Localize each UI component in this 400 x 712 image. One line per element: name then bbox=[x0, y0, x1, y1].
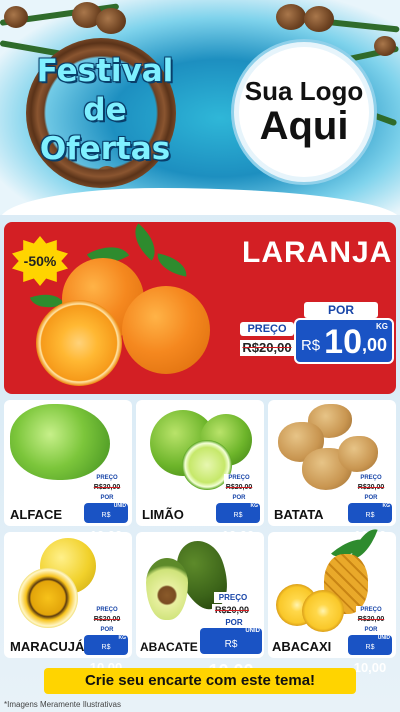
currency-symbol: R$ bbox=[224, 639, 238, 650]
unit-label: KG bbox=[118, 635, 127, 641]
currency-symbol: R$ bbox=[101, 644, 111, 651]
old-price: R$20,00 bbox=[212, 604, 252, 616]
product-name: LIMÃO bbox=[142, 507, 184, 522]
lettuce-image bbox=[10, 404, 110, 480]
product-card: PREÇO R$20,00 POR R$ 10,00 KG BATATA bbox=[268, 400, 396, 543]
old-price: R$20,00 bbox=[356, 483, 386, 493]
avocado-half-image bbox=[146, 558, 188, 620]
pineapple-slice-image bbox=[302, 590, 344, 632]
price-decimal: ,00 bbox=[361, 335, 388, 355]
featured-product-name: LARANJA bbox=[242, 236, 393, 269]
por-label: POR bbox=[224, 494, 254, 503]
pinecone-decoration bbox=[4, 6, 28, 28]
preco-label: PREÇO bbox=[356, 474, 386, 483]
header-banner: Festival de Ofertas Sua Logo Aqui bbox=[0, 0, 400, 215]
unit-label: UNID bbox=[245, 628, 260, 634]
price-integer: 10 bbox=[324, 323, 362, 361]
product-name: MARACUJÁ bbox=[10, 639, 85, 654]
logo-text-line-2: Aqui bbox=[259, 104, 349, 148]
preco-label: PREÇO bbox=[224, 474, 254, 483]
pinecone-decoration bbox=[374, 36, 396, 56]
featured-price-box: R$ 10 ,00 KG bbox=[294, 318, 394, 364]
unit-label: KG bbox=[250, 503, 259, 509]
currency-symbol: R$ bbox=[101, 512, 111, 519]
old-price: R$20,00 bbox=[356, 615, 386, 625]
price-box: R$ 10,00 KG bbox=[216, 503, 260, 543]
discount-badge: -50% bbox=[12, 236, 68, 286]
cta-button[interactable]: Crie seu encarte com este tema! bbox=[44, 668, 356, 694]
passion-fruit-half-image bbox=[18, 568, 78, 628]
product-card: PREÇO R$20,00 POR R$ 10,00 UNID ABACAXI bbox=[268, 524, 396, 675]
festival-line-1: Festival bbox=[36, 53, 174, 89]
featured-offer: -50% LARANJA PREÇO R$20,00 POR R$ 10 ,00… bbox=[4, 222, 396, 394]
currency-symbol: R$ bbox=[365, 512, 375, 519]
old-price: R$20,00 bbox=[224, 483, 254, 493]
orange-half-image bbox=[36, 300, 122, 386]
product-name: BATATA bbox=[274, 507, 324, 522]
logo-text-line-1: Sua Logo bbox=[244, 76, 364, 106]
product-name: ABACAXI bbox=[272, 639, 332, 654]
por-label: POR bbox=[356, 494, 386, 503]
por-label: POR bbox=[304, 302, 378, 318]
product-card: PREÇO R$20,00 POR R$ 10,00 KG MARACUJÁ bbox=[4, 532, 132, 675]
price-box: R$ 10,00 KG bbox=[84, 635, 128, 675]
pinecone-decoration bbox=[96, 8, 126, 34]
old-price: R$20,00 bbox=[92, 483, 122, 493]
unit-label: KG bbox=[376, 322, 388, 331]
price-box: R$ 10,00 UNID bbox=[200, 628, 262, 681]
currency-symbol: R$ bbox=[233, 512, 243, 519]
orange-whole-image bbox=[122, 286, 210, 374]
currency-symbol: R$ bbox=[365, 644, 375, 651]
price-box: R$ 10,00 UNID bbox=[84, 503, 128, 543]
pinecone-decoration bbox=[304, 6, 334, 32]
product-name: ABACATE bbox=[140, 640, 198, 654]
snow-border bbox=[0, 188, 400, 215]
product-card: PREÇO R$20,00 POR R$ 10,00 UNID ALFACE bbox=[4, 400, 132, 543]
festival-line-3: Ofertas bbox=[39, 131, 171, 167]
product-card: PREÇO R$20,00 POR R$ 10,00 UNID ABACATE bbox=[136, 532, 264, 681]
preco-label: PREÇO bbox=[92, 474, 122, 483]
currency-symbol: R$ bbox=[300, 337, 321, 354]
potato-image bbox=[338, 436, 378, 472]
price-value: 10,00 bbox=[353, 660, 387, 675]
product-name: ALFACE bbox=[10, 507, 62, 522]
preco-label: PREÇO bbox=[214, 592, 252, 603]
disclaimer-text: *Imagens Meramente Ilustrativas bbox=[4, 700, 121, 709]
old-price: R$20,00 bbox=[240, 340, 294, 356]
preco-label: PREÇO bbox=[240, 322, 294, 336]
festival-title: Festival de Ofertas bbox=[20, 52, 190, 169]
unit-label: UNID bbox=[113, 503, 126, 509]
old-price: R$20,00 bbox=[92, 615, 122, 625]
preco-label: PREÇO bbox=[356, 606, 386, 615]
festival-line-2: de bbox=[83, 92, 127, 128]
product-card: PREÇO R$20,00 POR R$ 10,00 KG LIMÃO bbox=[136, 400, 264, 543]
price-box: R$ 10,00 UNID bbox=[348, 635, 392, 675]
preco-label: PREÇO bbox=[92, 606, 122, 615]
unit-label: UNID bbox=[377, 635, 390, 641]
price-box: R$ 10,00 KG bbox=[348, 503, 392, 543]
por-label: POR bbox=[92, 626, 122, 635]
unit-label: KG bbox=[382, 503, 391, 509]
pinecone-decoration bbox=[276, 4, 306, 30]
leaf-icon bbox=[154, 253, 190, 277]
logo-placeholder[interactable]: Sua Logo Aqui bbox=[234, 42, 374, 182]
